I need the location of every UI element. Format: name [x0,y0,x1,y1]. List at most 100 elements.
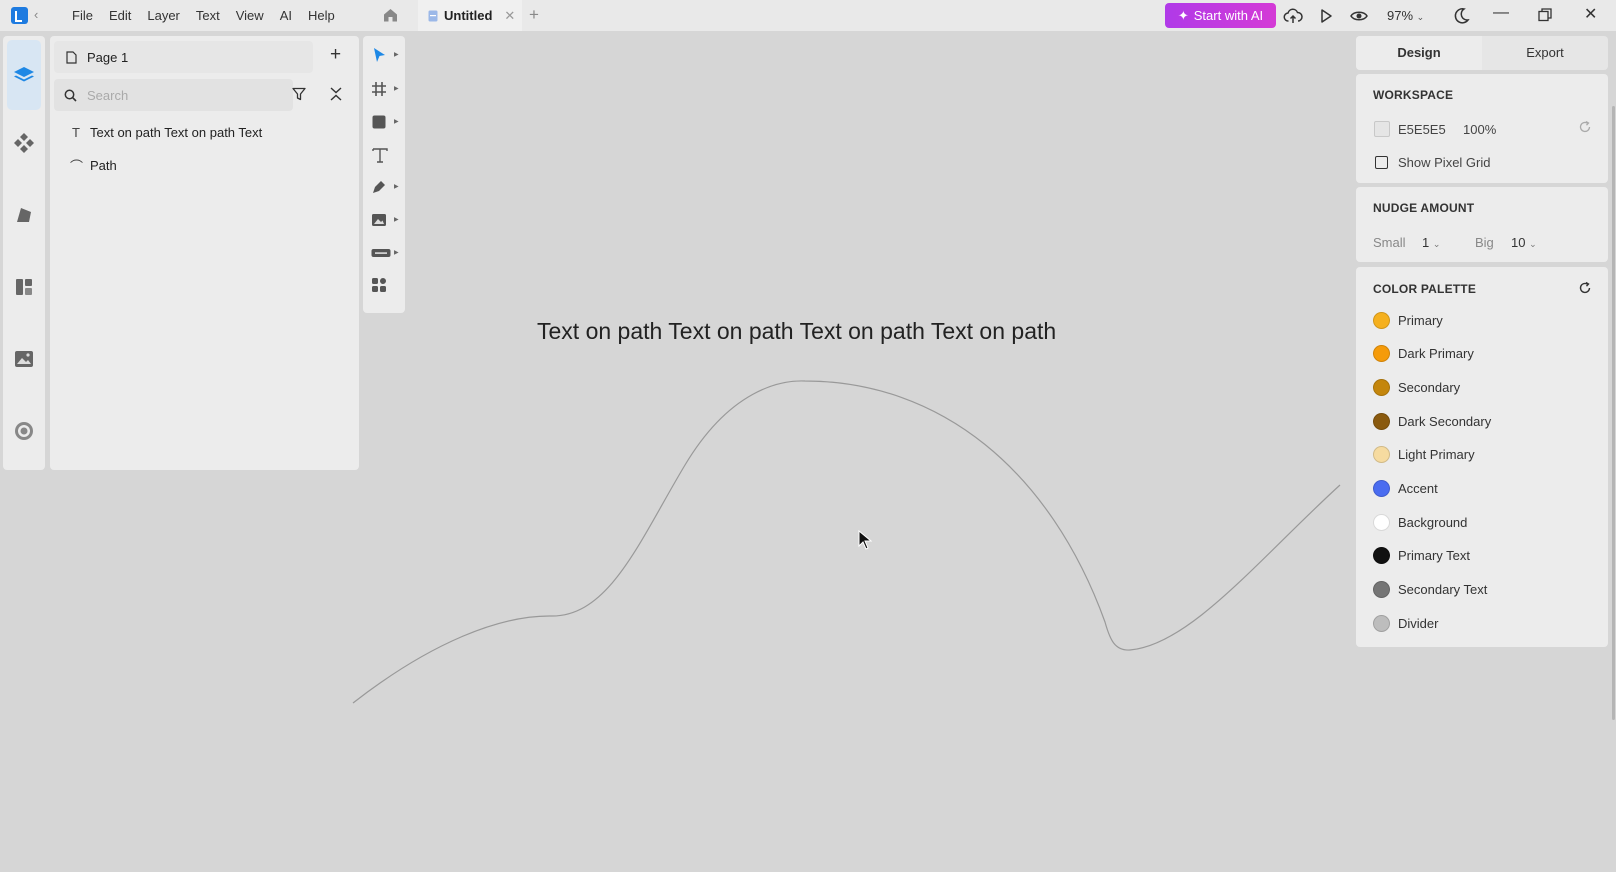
menu-edit[interactable]: Edit [101,0,139,31]
chevron-left-icon[interactable]: ‹ [34,7,38,22]
caret-icon: ▶ [394,119,399,125]
menu-text[interactable]: Text [188,0,228,31]
color-swatch-dot [1373,614,1390,632]
palette-color-name: Dark Secondary [1398,413,1492,429]
color-swatch-dot [1373,378,1390,396]
home-icon[interactable] [383,8,398,22]
palette-color-name: Primary Text [1398,548,1470,564]
palette-color-name: Divider [1398,615,1439,631]
sparkle-icon: ✦ [1177,7,1189,23]
menu-ai[interactable]: AI [272,0,300,31]
palette-item[interactable]: Secondary [1373,376,1460,398]
palette-color-name: Accent [1398,481,1438,496]
gear-icon [15,422,33,440]
tab-design[interactable]: Design [1356,36,1482,70]
palette-item[interactable]: Light Primary [1373,444,1475,466]
menu-file[interactable]: File [64,0,101,31]
palette-color-name: Light Primary [1398,447,1475,463]
palette-item[interactable]: Background [1373,511,1467,533]
select-tool[interactable]: ▶ [371,42,399,68]
search-icon [64,89,77,102]
filter-icon[interactable] [291,86,307,102]
color-palette-title: COLOR PALETTE [1373,282,1477,296]
chevron-down-icon: ⌄ [1529,239,1537,249]
cloud-upload-icon[interactable] [1283,6,1303,26]
rectangle-tool[interactable]: ▶ [371,109,399,135]
menu-help[interactable]: Help [300,0,343,31]
palette-item[interactable]: Dark Primary [1373,343,1474,365]
layers-rail-button[interactable] [7,40,41,110]
layer-label: Path [90,157,117,173]
refresh-icon[interactable] [1578,281,1592,295]
play-icon[interactable] [1316,6,1336,26]
frame-tool[interactable]: ▶ [371,76,399,102]
tool-strip: ▶ ▶ ▶ ▶ ▶ ▶ [363,36,405,313]
nudge-title: NUDGE AMOUNT [1373,201,1475,215]
frame-icon [372,82,386,96]
caret-icon: ▶ [394,184,399,190]
path-curve[interactable] [352,380,1341,704]
shapes-icon [17,208,31,222]
layer-item-path[interactable]: ⌒ Path [70,153,117,177]
restore-icon[interactable] [1537,7,1553,23]
plugins-rail-button[interactable] [7,414,41,448]
palette-item[interactable]: Primary Text [1373,545,1470,567]
menu-view[interactable]: View [228,0,272,31]
color-swatch-dot [1373,311,1390,329]
minimize-icon[interactable]: — [1493,4,1509,22]
tab-export[interactable]: Export [1482,36,1608,70]
new-tab-icon[interactable]: + [529,5,539,25]
component-tool[interactable]: ▶ [371,240,399,266]
start-with-ai-button[interactable]: ✦ Start with AI [1165,3,1276,28]
components-rail-button[interactable] [7,126,41,160]
images-rail-button[interactable] [7,342,41,376]
workspace-color-swatch[interactable] [1374,121,1390,137]
menu-layer[interactable]: Layer [139,0,188,31]
workspace-title: WORKSPACE [1373,88,1454,102]
nudge-big-dropdown[interactable]: 10 ⌄ [1511,235,1537,250]
eye-icon[interactable] [1349,6,1369,26]
add-page-icon[interactable]: + [330,44,341,66]
palette-item[interactable]: Dark Secondary [1373,410,1491,432]
page-selector[interactable]: Page 1 [54,41,313,73]
workspace-opacity[interactable]: 100% [1463,122,1496,137]
image-icon [15,351,33,367]
close-window-icon[interactable]: ✕ [1584,4,1597,24]
collapse-all-icon[interactable] [328,86,344,102]
pen-icon [373,181,385,193]
palette-item[interactable]: Divider [1373,612,1438,634]
inspector-tabs: Design Export [1356,36,1608,70]
assets-rail-button[interactable] [7,198,41,232]
pen-tool[interactable]: ▶ [371,174,399,200]
layers-panel: Page 1 + T Text on path Text on path Tex… [50,36,359,470]
nudge-big-value: 10 [1511,235,1526,250]
search-input[interactable] [87,87,267,103]
palette-color-name: Secondary [1398,379,1461,395]
palette-item[interactable]: Accent [1373,478,1438,500]
inspector-scrollbar[interactable] [1612,106,1615,720]
text-tool[interactable] [371,142,399,168]
layer-search[interactable] [54,79,293,111]
canvas-text-object[interactable]: Text on path Text on path Text on path T… [537,318,1056,345]
layer-label: Text on path Text on path Text [90,124,263,140]
document-tab[interactable]: Untitled ✕ [418,0,522,31]
workspace-color-hex[interactable]: E5E5E5 [1398,122,1446,137]
nudge-big-label: Big [1475,235,1494,250]
color-swatch-dot [1373,513,1390,531]
layers-icon [14,67,34,82]
tab-close-icon[interactable]: ✕ [504,8,515,24]
moon-icon[interactable] [1451,6,1471,26]
plugins-tool[interactable] [371,272,399,298]
image-tool[interactable]: ▶ [371,207,399,233]
templates-rail-button[interactable] [7,270,41,304]
show-pixel-grid-checkbox[interactable] [1375,156,1388,169]
caret-icon: ▶ [394,250,399,256]
app-logo-icon[interactable] [11,7,28,24]
layer-item-text[interactable]: T Text on path Text on path Text [70,120,262,144]
reset-icon[interactable] [1578,120,1592,134]
caret-icon: ▶ [394,52,399,58]
palette-item[interactable]: Primary [1373,309,1443,331]
nudge-small-dropdown[interactable]: 1 ⌄ [1422,235,1440,250]
zoom-dropdown[interactable]: 97% ⌄ [1387,8,1424,23]
palette-item[interactable]: Secondary Text [1373,579,1487,601]
